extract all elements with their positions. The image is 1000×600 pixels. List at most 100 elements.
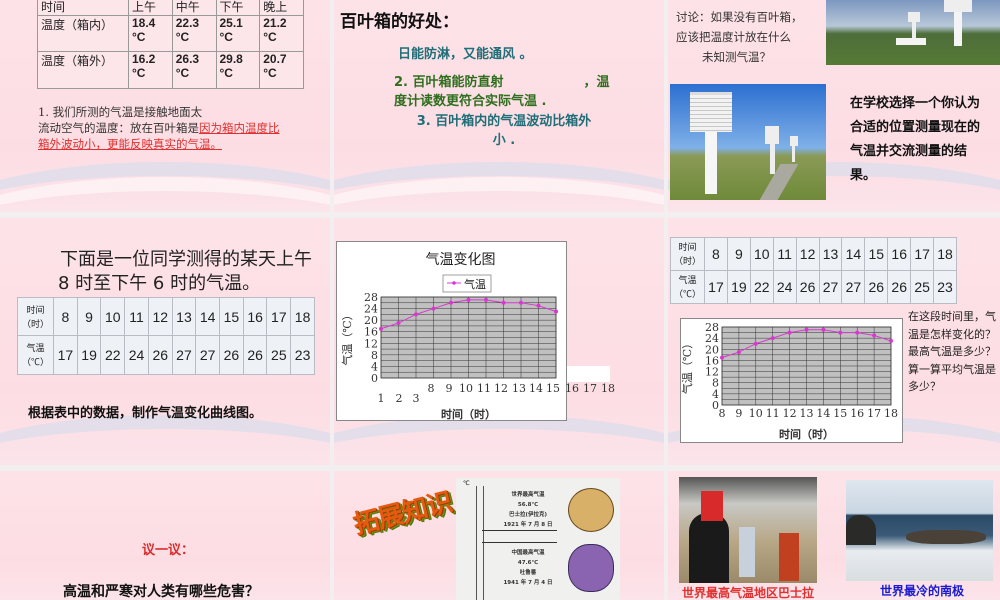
cell: 23 [290,335,315,375]
data-point [821,327,826,332]
cell: 16.2 °C [128,51,173,89]
cell: 26 [887,270,912,304]
header-cell: 时间 [37,0,129,16]
cell: 22 [749,270,774,304]
y-tick-label: 24 [364,303,378,316]
x-tick-label: 9 [735,407,742,420]
slide-3-thumbnail[interactable]: 讨论：如果没有百叶箱， 应该把温度计放在什么 未知测气温？ 在学校选择一个你认为合适… [668,0,1000,212]
header-cell: 晚上 [259,0,304,16]
data-point [872,333,877,338]
data-point [431,306,436,311]
slide-1-thumbnail[interactable]: 时间 上午 中午 下午 晚上 温度（箱内） 18.4 °C 22.3 °C 25.1 °C 21… [0,0,330,212]
legend-label: 气温 [464,277,486,291]
text: 1921 年 7 月 8 日 [503,522,553,528]
y-tick-label: 28 [364,291,378,304]
cell: 13 [171,297,197,336]
cell: 12 [147,297,173,336]
cell: 11 [124,297,149,336]
cell: 12 [795,237,820,271]
cell: 19 [76,335,102,375]
data-point [889,338,893,343]
hot-cartoon [568,488,614,532]
x-axis-label: 时间（时） [441,407,496,421]
slide-8-thumbnail[interactable]: 拓展知识 ℃ 世界最高气温 56.8℃ 巴士拉(伊拉克) 1921 年 7 月 8 日… [334,471,664,600]
cell: 15 [219,297,244,336]
cell: 29.8 °C [215,51,261,89]
y-tick-label: 16 [705,354,719,367]
weather-station-photo [826,0,1000,65]
row-label: 时间（时） [670,237,705,271]
instruction-text: 根据表中的数据，制作气温变化曲线图。 [28,406,263,421]
cell: 11 [772,237,797,271]
text: 小 . [492,133,516,148]
intro-text: 下面是一位同学测得的某天上午 8 时至下午 6 时的气温。 [58,249,312,294]
cell: 16 [887,237,912,271]
cell: 25 [266,335,292,375]
data-point [501,300,506,305]
cell: 27 [195,335,221,375]
temperature-comparison-table: 时间 上午 中午 下午 晚上 温度（箱内） 18.4 °C 22.3 °C 25.1 °C 21… [37,0,304,89]
slide-6-thumbnail[interactable]: 时间（时） 8 9 10 11 12 13 14 15 16 17 18 气温（℃） 17 19 22 24 2… [668,218,1000,465]
y-tick-label: 0 [371,372,378,385]
world-record-label: 世界最高气温 56.8℃ 巴士拉(伊拉克) 1921 年 7 月 8 日 [498,490,558,530]
slide-4-thumbnail[interactable]: 下面是一位同学测得的某天上午 8 时至下午 6 时的气温。 时间（时） 8 9 10 1… [0,218,330,465]
x-tick-label: 18 [601,382,615,395]
cell: 23 [933,270,957,304]
cold-cartoon [568,544,614,592]
text: 应该把温度计放在什么 [676,30,791,44]
cell: 25 [910,270,935,304]
cell: 27 [841,270,866,304]
cell: 26 [864,270,889,304]
discussion-text: 讨论：如果没有百叶箱， 应该把温度计放在什么 未知测气温？ [676,7,803,67]
temperature-chart: 0 4 8 12 16 20 24 28 1 2 3 8 9 10 11 12 13 14 15 16 17 18 时间（时… [336,241,615,421]
data-point [736,350,741,355]
wave-decoration [334,415,664,465]
cell: 17 [910,237,935,271]
data-point [787,330,792,335]
temperature-table: 时间（时） 8 9 10 11 12 13 14 15 16 17 18 气温（℃） 17 19 22 24 2… [17,297,315,375]
y-tick-label: 4 [371,360,378,373]
cell: 18.4 °C [128,15,173,52]
data-point [536,303,541,308]
text: 世界最高气温 [511,492,545,498]
chart-title: 气温变化图 [426,252,496,268]
header-cell: 中午 [171,0,217,16]
x-tick-label: 18 [884,407,898,420]
slide-2-thumbnail[interactable]: 百叶箱的好处： 日能防淋，又能通风 。 2. 百叶箱能防直射 ，温 度计读数更符合实… [334,0,664,212]
data-point [554,309,558,314]
x-tick-label: 17 [867,407,881,420]
temperature-table: 时间（时） 8 9 10 11 12 13 14 15 16 17 18 气温（℃） 17 19 22 24 2… [670,237,957,304]
wave-decoration [0,415,330,465]
row-label: 时间（时） [17,297,54,336]
header-cell: 上午 [128,0,173,16]
data-point [519,300,523,305]
y-tick-label: 4 [712,388,719,401]
cell: 19 [726,270,751,304]
cell: 8 [53,297,78,336]
cell: 18 [933,237,957,271]
y-tick-label: 8 [371,349,378,362]
y-tick-label: 20 [705,343,719,356]
text: 56.8℃ [517,502,539,508]
x-tick-label: 13 [512,382,526,395]
chart-svg: 04812162024281 2 38 9 10 11 12 13 14 15 16 17 18时间（时… [340,252,615,421]
cell: 24 [772,270,797,304]
data-point [466,297,471,302]
cell: 26.3 °C [171,51,217,89]
text: ，温 [583,75,610,90]
x-tick-label: 9 [446,382,453,395]
legend-swatch [452,281,456,285]
text: 吐鲁番 [519,570,537,576]
benefit-3: 3. 百叶箱内的气温波动比箱外小 . [404,112,604,150]
slide-9-thumbnail[interactable]: 世界最高气温地区巴士拉 世界最冷的南极 [668,471,1000,600]
text-line: 流动空气的温度：放在百叶箱是 [38,121,199,135]
benefit-1: 日能防淋，又能通风 。 [398,47,533,62]
text: 巴士拉(伊拉克) [508,512,548,518]
slide-5-thumbnail[interactable]: 0 4 8 12 16 20 24 28 1 2 3 8 9 10 11 12 13 14 15 16 17 18 时间（时… [334,218,664,465]
cell: 26 [147,335,173,375]
cell: 27 [818,270,843,304]
slide-7-thumbnail[interactable]: 议一议： 高温和严寒对人类有哪些危害？ [0,471,330,600]
discuss-question: 高温和严寒对人类有哪些危害？ [63,584,259,600]
x-tick-label: 2 [396,392,403,405]
china-record-label: 中国最高气温 47.6℃ 吐鲁番 1941 年 7 月 4 日 [498,548,558,588]
